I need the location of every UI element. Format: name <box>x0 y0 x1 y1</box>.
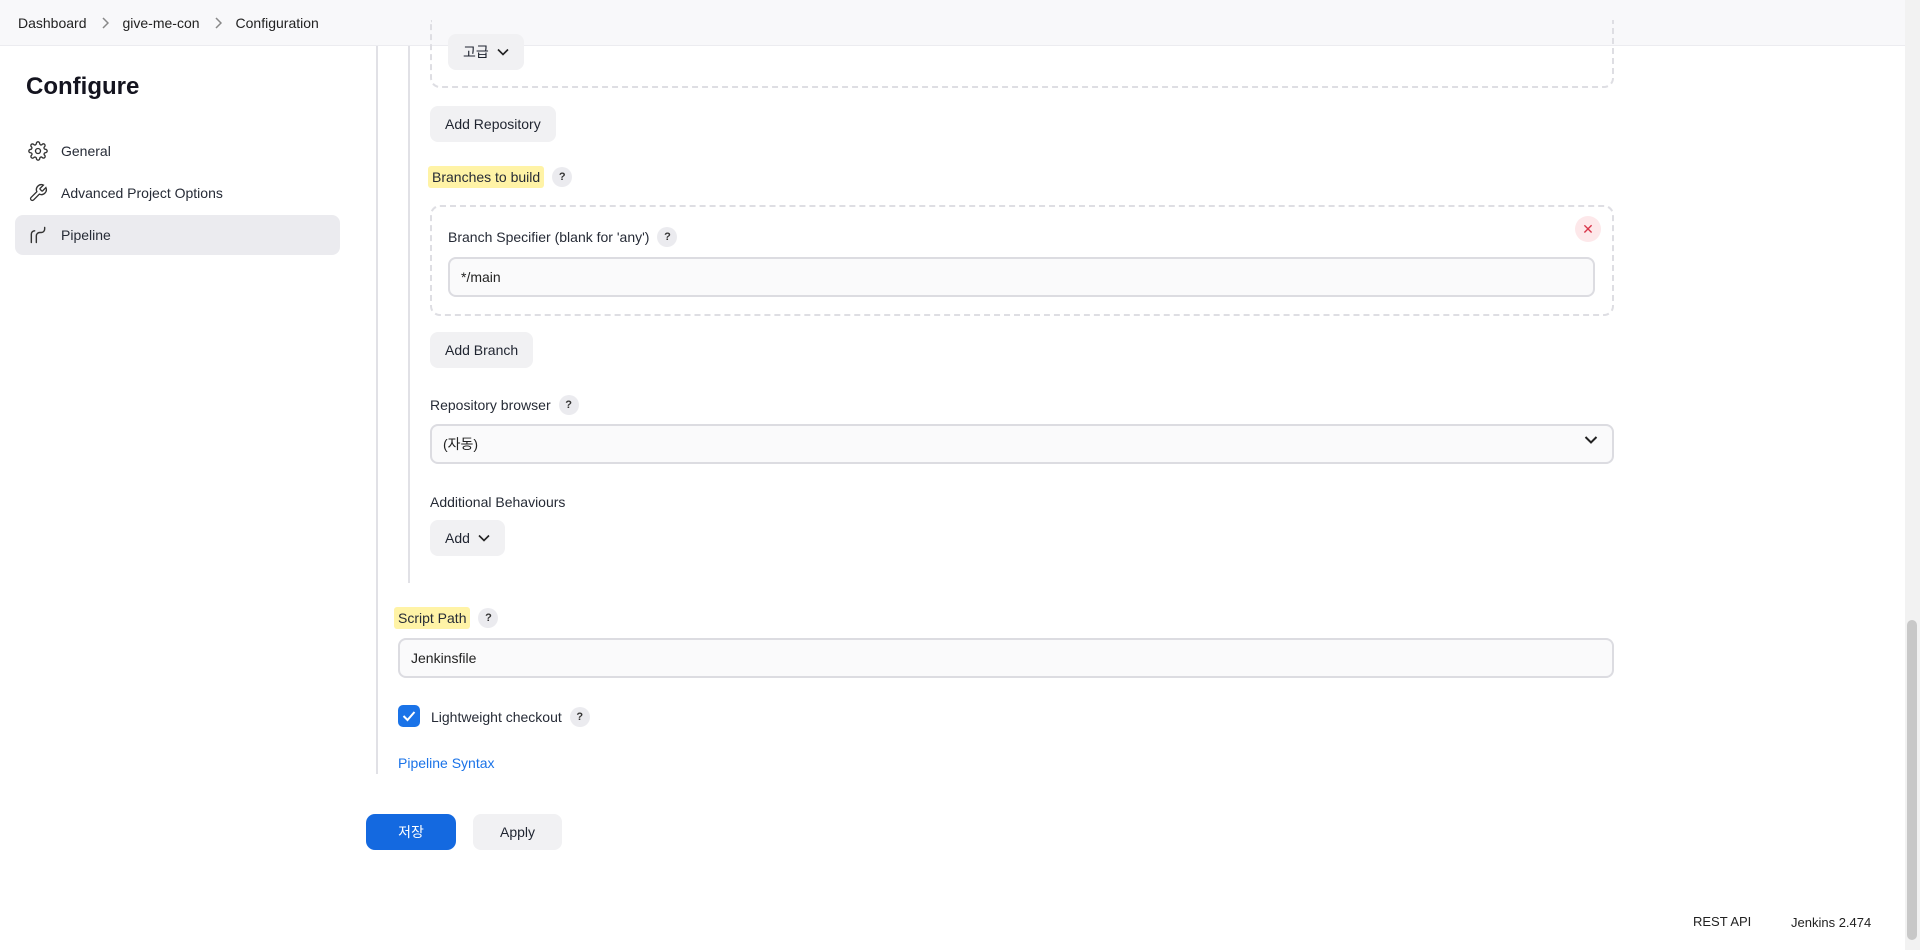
branch-specifier-text: Branch Specifier (blank for 'any') <box>448 229 650 245</box>
breadcrumb-configuration[interactable]: Configuration <box>236 15 319 31</box>
repository-block <box>430 20 1614 88</box>
help-icon[interactable]: ? <box>569 707 590 727</box>
sidebar-item-general[interactable]: General <box>15 131 340 171</box>
page-title: Configure <box>26 73 140 100</box>
branch-specifier-label: Branch Specifier (blank for 'any') ? <box>448 227 678 247</box>
help-icon[interactable]: ? <box>558 395 579 415</box>
sidebar-item-pipeline[interactable]: Pipeline <box>15 215 340 255</box>
lightweight-checkout-checkbox[interactable] <box>398 705 420 727</box>
jenkins-version-link[interactable]: Jenkins 2.474 <box>1791 915 1871 930</box>
add-branch-button[interactable]: Add Branch <box>430 332 534 368</box>
lightweight-checkout-label: Lightweight checkout ? <box>431 707 590 727</box>
branch-specifier-field[interactable]: */main <box>448 257 1595 297</box>
check-icon <box>402 711 416 722</box>
breadcrumb-project[interactable]: give-me-con <box>123 15 200 31</box>
chevron-down-icon <box>497 48 509 56</box>
branches-to-build-label: Branches to build ? <box>428 166 573 188</box>
help-icon[interactable]: ? <box>657 227 678 247</box>
script-path-label: Script Path ? <box>394 607 499 629</box>
remove-branch-button[interactable]: ✕ <box>1575 216 1601 242</box>
rest-api-link[interactable]: REST API <box>1693 914 1751 929</box>
add-repository-button[interactable]: Add Repository <box>430 106 556 142</box>
script-path-text: Script Path <box>394 607 471 629</box>
scrollbar-thumb[interactable] <box>1907 620 1917 940</box>
section-divider <box>376 46 378 774</box>
repository-browser-text: Repository browser <box>430 397 551 413</box>
close-icon: ✕ <box>1582 220 1594 237</box>
chevron-right-icon <box>214 16 222 29</box>
additional-behaviours-label: Additional Behaviours <box>430 494 566 510</box>
breadcrumb-dashboard[interactable]: Dashboard <box>18 15 87 31</box>
chevron-down-icon <box>478 534 490 542</box>
repository-browser-value: (자동) <box>443 436 479 452</box>
chevron-down-icon <box>1584 435 1598 445</box>
help-icon[interactable]: ? <box>552 167 573 187</box>
lightweight-checkout-text: Lightweight checkout <box>431 709 562 725</box>
help-icon[interactable]: ? <box>478 608 499 628</box>
add-label: Add <box>445 530 470 546</box>
repository-browser-label: Repository browser ? <box>430 395 579 415</box>
sidebar-item-advanced-project-options[interactable]: Advanced Project Options <box>15 173 340 213</box>
sidebar-item-label: Pipeline <box>61 227 111 243</box>
pipeline-syntax-link[interactable]: Pipeline Syntax <box>398 755 495 771</box>
branches-to-build-text: Branches to build <box>428 166 545 188</box>
advanced-dropdown-button[interactable]: 고급 <box>448 34 524 70</box>
gear-icon <box>27 140 49 162</box>
sidebar-item-label: General <box>61 143 111 159</box>
pipeline-icon <box>27 224 49 246</box>
wrench-icon <box>27 182 49 204</box>
add-behaviour-button[interactable]: Add <box>430 520 505 556</box>
save-button[interactable]: 저장 <box>366 814 456 850</box>
apply-button[interactable]: Apply <box>473 814 562 850</box>
subsection-divider <box>408 46 410 583</box>
advanced-label: 고급 <box>463 44 489 60</box>
repository-browser-select[interactable]: (자동) <box>430 424 1614 464</box>
chevron-right-icon <box>101 16 109 29</box>
sidebar-item-label: Advanced Project Options <box>61 185 223 201</box>
script-path-field[interactable]: Jenkinsfile <box>398 638 1614 678</box>
